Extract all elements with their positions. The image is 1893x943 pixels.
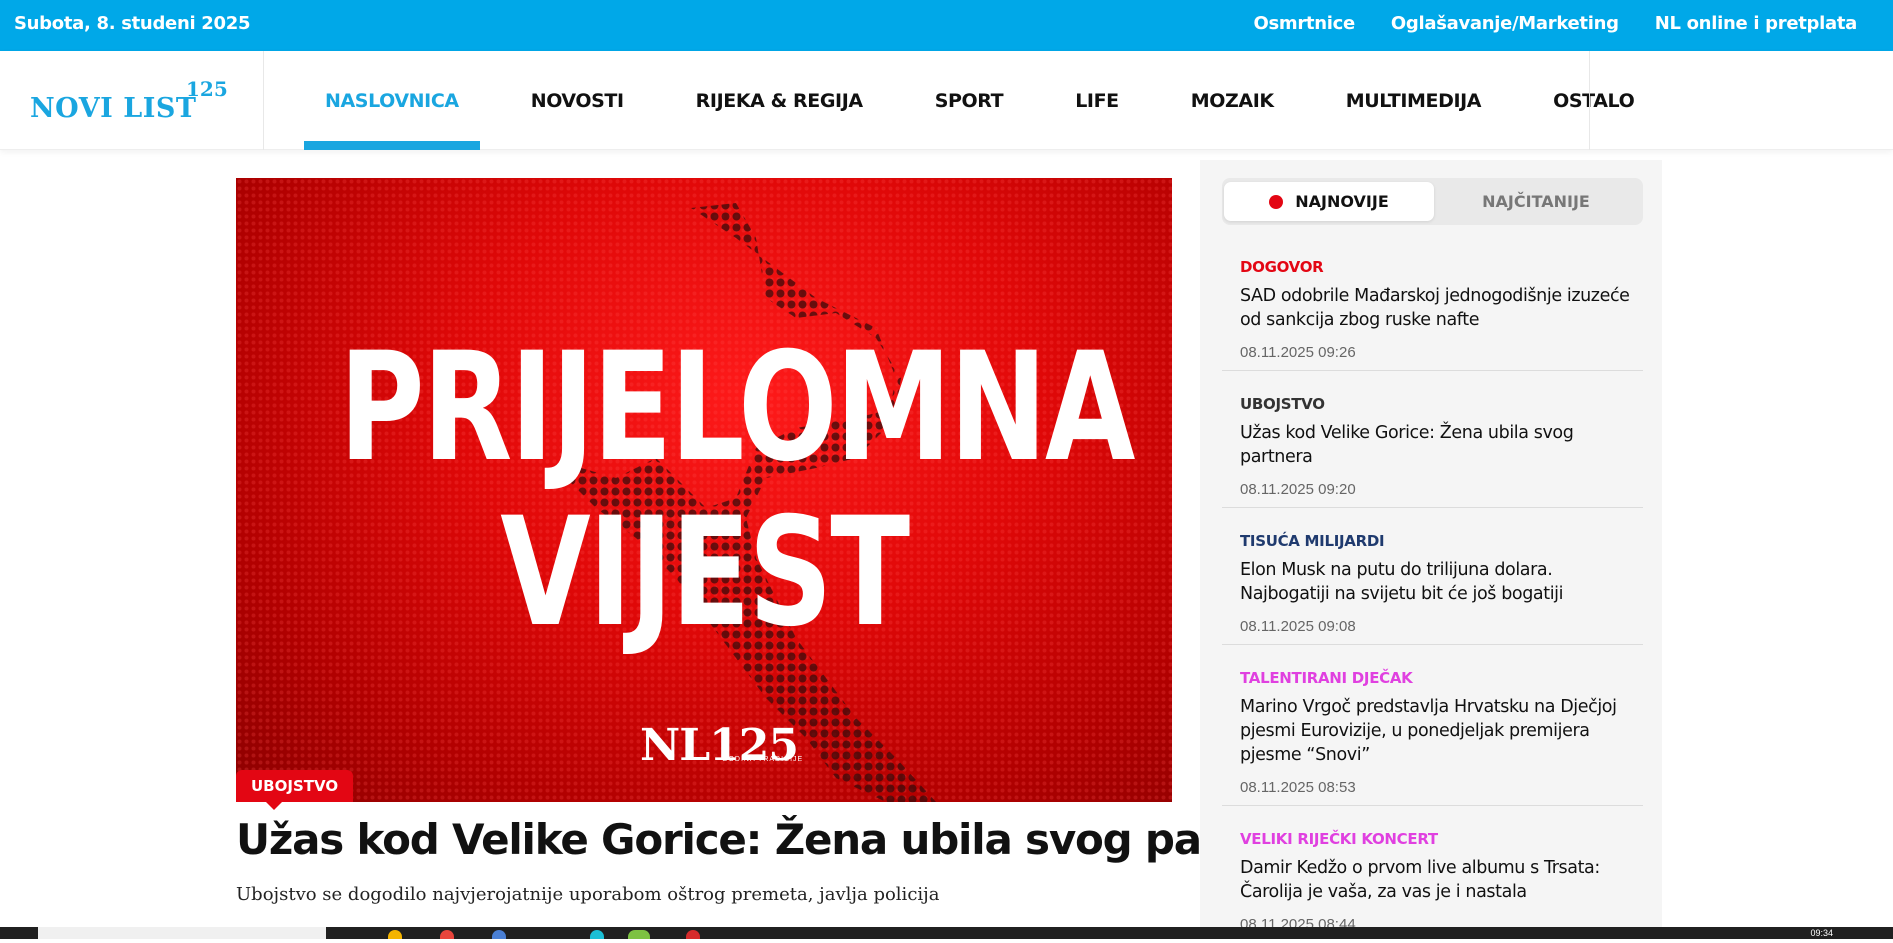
news-item[interactable]: UBOJSTVO Užas kod Velike Gorice: Žena ub…	[1222, 395, 1643, 508]
current-date: Subota, 8. studeni 2025	[14, 13, 251, 34]
taskbar-app-icon[interactable]	[440, 930, 454, 939]
news-title: Damir Kedžo o prvom live albumu s Trsata…	[1240, 858, 1600, 902]
news-title: Marino Vrgoč predstavlja Hrvatsku na Dje…	[1240, 697, 1617, 765]
taskbar-clock: 09:34	[1810, 928, 1833, 938]
news-time: 08.11.2025 08:53	[1240, 779, 1356, 796]
hero-headline-line-1: PRIJELOMNA	[338, 321, 1136, 495]
news-kicker: VELIKI RIJEČKI KONCERT	[1240, 830, 1438, 848]
nav-item-ostalo[interactable]: OSTALO	[1532, 51, 1655, 150]
hero-brand-subtitle: GODINA TRADICIJE	[722, 756, 804, 763]
tab-most-read[interactable]: NAJČITANIJE	[1431, 182, 1641, 221]
nav-item-life[interactable]: LIFE	[1054, 51, 1140, 150]
link-online-subscription[interactable]: NL online i pretplata	[1655, 13, 1858, 34]
news-item[interactable]: TALENTIRANI DJEČAK Marino Vrgoč predstav…	[1222, 669, 1643, 806]
nav-item-sport[interactable]: SPORT	[914, 51, 1025, 150]
news-kicker: TISUĆA MILIJARDI	[1240, 532, 1385, 550]
top-links: Osmrtnice Oglašavanje/Marketing NL onlin…	[1253, 13, 1857, 34]
top-bar: Subota, 8. studeni 2025 Osmrtnice Oglaša…	[0, 0, 1893, 51]
main-article-lead: Ubojstvo se dogodilo najvjerojatnije upo…	[236, 884, 940, 905]
nav-item-naslovnica[interactable]: NASLOVNICA	[304, 51, 480, 150]
hero-headline-line-2: VIJEST	[500, 486, 910, 660]
tab-latest-label: NAJNOVIJE	[1295, 192, 1389, 211]
taskbar-app-icon[interactable]	[628, 930, 650, 939]
live-dot-icon	[1269, 194, 1284, 209]
os-taskbar: 09:34	[0, 927, 1893, 939]
nav-item-mozaik[interactable]: MOZAIK	[1170, 51, 1295, 150]
hero-brand-logo: NL125	[640, 720, 799, 771]
news-item[interactable]: TISUĆA MILIJARDI Elon Musk na putu do tr…	[1222, 532, 1643, 645]
logo-wordmark: NOVI LIST	[30, 93, 197, 124]
nav-divider	[1589, 51, 1590, 150]
nav-item-rijeka-regija[interactable]: RIJEKA & REGIJA	[675, 51, 884, 150]
taskbar-app-icon[interactable]	[686, 930, 700, 939]
link-osmrtnice[interactable]: Osmrtnice	[1253, 13, 1355, 34]
taskbar-app-icon[interactable]	[492, 930, 506, 939]
news-title: Elon Musk na putu do trilijuna dolara. N…	[1240, 560, 1564, 604]
sidebar-tabs: NAJNOVIJE NAJČITANIJE	[1222, 178, 1643, 225]
news-title: SAD odobrile Mađarskoj jednogodišnje izu…	[1240, 286, 1630, 330]
news-sidebar: NAJNOVIJE NAJČITANIJE DOGOVOR SAD odobri…	[1200, 160, 1662, 939]
news-kicker: TALENTIRANI DJEČAK	[1240, 669, 1413, 687]
news-time: 08.11.2025 09:20	[1240, 481, 1356, 498]
hero-image[interactable]: PRIJELOMNA VIJEST NL125 GODINA TRADICIJE	[236, 178, 1172, 802]
nav-item-multimedija[interactable]: MULTIMEDIJA	[1325, 51, 1502, 150]
primary-nav: NASLOVNICA NOVOSTI RIJEKA & REGIJA SPORT…	[304, 51, 1655, 150]
tab-most-read-label: NAJČITANIJE	[1482, 192, 1590, 211]
nav-item-novosti[interactable]: NOVOSTI	[510, 51, 645, 150]
nav-divider	[263, 51, 264, 150]
taskbar-search-box[interactable]	[38, 927, 326, 939]
main-article-headline[interactable]: Užas kod Velike Gorice: Žena ubila svog …	[236, 815, 1343, 864]
taskbar-app-icon[interactable]	[590, 930, 604, 939]
news-time: 08.11.2025 09:08	[1240, 618, 1356, 635]
news-kicker: UBOJSTVO	[1240, 395, 1325, 413]
category-tag[interactable]: UBOJSTVO	[236, 770, 354, 810]
news-title: Užas kod Velike Gorice: Žena ubila svog …	[1240, 423, 1574, 467]
taskbar-app-icon[interactable]	[388, 930, 402, 939]
tab-latest[interactable]: NAJNOVIJE	[1224, 182, 1434, 221]
news-kicker: DOGOVOR	[1240, 258, 1324, 276]
main-navbar: NOVI LIST 125 NASLOVNICA NOVOSTI RIJEKA …	[0, 51, 1893, 150]
site-logo[interactable]: NOVI LIST 125	[30, 77, 230, 127]
news-time: 08.11.2025 09:26	[1240, 344, 1356, 361]
link-marketing[interactable]: Oglašavanje/Marketing	[1391, 13, 1619, 34]
logo-anniversary-number: 125	[186, 77, 228, 101]
news-item[interactable]: DOGOVOR SAD odobrile Mađarskoj jednogodi…	[1222, 258, 1643, 371]
